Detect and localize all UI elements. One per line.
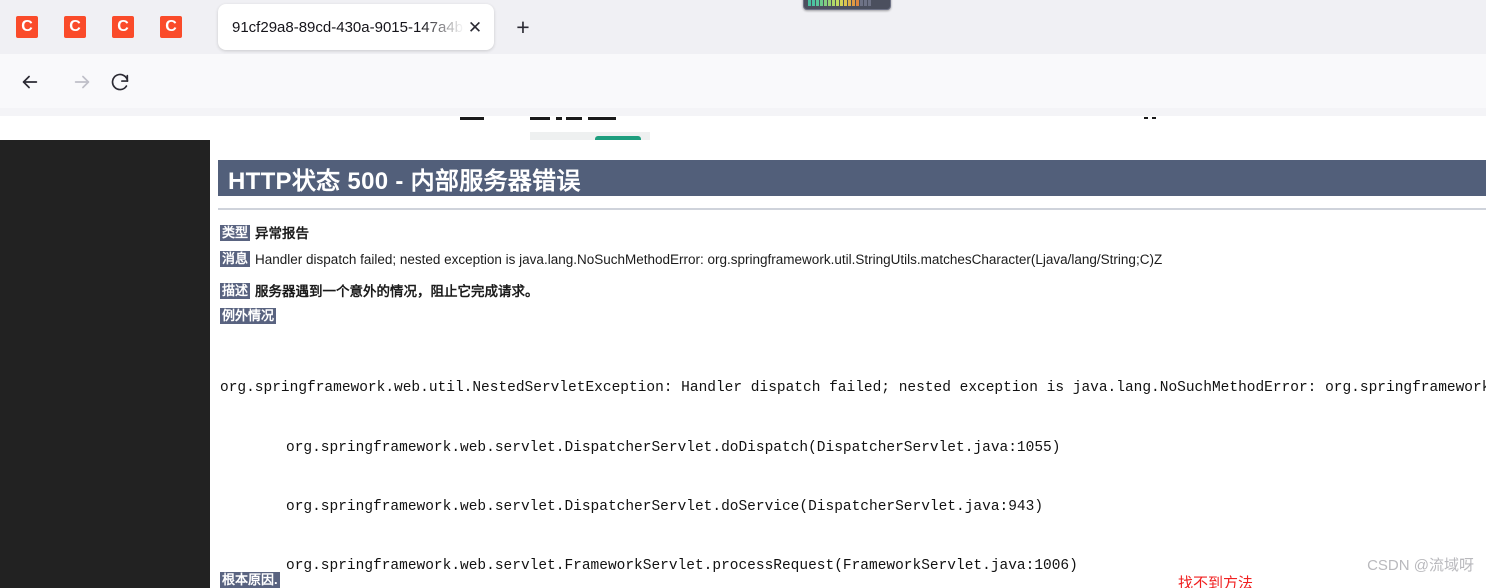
active-tab[interactable]: 91cf29a8-89cd-430a-9015-147a4b3cc323.png… <box>218 4 494 50</box>
page-remnant-strip <box>0 108 1486 140</box>
tomcat-error-page: HTTP状态 500 - 内部服务器错误 类型 异常报告 消息 Handler di… <box>210 140 1486 588</box>
watermark: CSDN @流域呀 <box>1367 557 1474 574</box>
favicon-c[interactable]: C <box>160 16 182 38</box>
error-exception-label: 例外情况 <box>220 308 277 324</box>
navigation-toolbar: image.com/2022/07/14/91cf29a8-89cd-430a-… <box>0 54 1486 159</box>
root-cause-label: 根本原因. <box>220 572 280 588</box>
error-message-row: 消息 Handler dispatch failed; nested except… <box>220 251 1162 267</box>
reload-icon[interactable] <box>106 68 134 96</box>
browser-window: C C C C 91cf29a8-89cd-430a-9015-147a4b3c… <box>0 0 1486 588</box>
back-arrow-icon[interactable] <box>16 68 44 96</box>
stack-frame: org.springframework.web.servlet.Dispatch… <box>220 498 1486 518</box>
stack-exception-line: org.springframework.web.util.NestedServl… <box>220 380 1486 397</box>
forward-arrow-icon <box>68 68 96 96</box>
favicon-c[interactable]: C <box>64 16 86 38</box>
error-description-row: 描述 服务器遇到一个意外的情况，阻止它完成请求。 <box>220 280 539 300</box>
error-type-row: 类型 异常报告 <box>220 222 309 242</box>
close-icon[interactable]: ✕ <box>464 16 486 38</box>
stack-frame-text: org.springframework.web.servlet.Dispatch… <box>286 498 1044 515</box>
pinned-tabs: C C C C <box>8 10 182 44</box>
stack-frame: org.springframework.web.servlet.Framewor… <box>220 557 1486 577</box>
stack-frame-text: org.springframework.web.servlet.Dispatch… <box>286 439 1061 456</box>
error-type-value: 异常报告 <box>255 226 310 241</box>
stack-frame-text: org.springframework.web.servlet.Framewor… <box>286 557 1078 574</box>
page-title: HTTP状态 500 - 内部服务器错误 <box>228 167 581 195</box>
error-message-value: Handler dispatch failed; nested exceptio… <box>255 252 1163 267</box>
tab-strip: C C C C 91cf29a8-89cd-430a-9015-147a4b3c… <box>0 0 1486 54</box>
favicon-c[interactable]: C <box>112 16 134 38</box>
error-type-label: 类型 <box>220 225 251 241</box>
root-cause-row: 根本原因. <box>220 572 280 588</box>
error-description-value: 服务器遇到一个意外的情况，阻止它完成请求。 <box>255 284 539 299</box>
error-exception-row: 例外情况 <box>220 308 277 324</box>
error-description-label: 描述 <box>220 283 251 299</box>
cpu-meter-gadget <box>803 0 891 10</box>
error-message-label: 消息 <box>220 251 251 267</box>
divider <box>218 208 1486 210</box>
favicon-c[interactable]: C <box>16 16 38 38</box>
stack-trace: org.springframework.web.util.NestedServl… <box>220 340 1486 588</box>
error-title-bar: HTTP状态 500 - 内部服务器错误 <box>218 160 1486 196</box>
dark-side-panel <box>0 140 210 588</box>
new-tab-button[interactable]: + <box>508 12 538 42</box>
red-annotation: 找不到方法 <box>1178 575 1254 588</box>
active-tab-title: 91cf29a8-89cd-430a-9015-147a4b3cc323.png <box>232 18 464 36</box>
stack-frame: org.springframework.web.servlet.Dispatch… <box>220 439 1486 459</box>
